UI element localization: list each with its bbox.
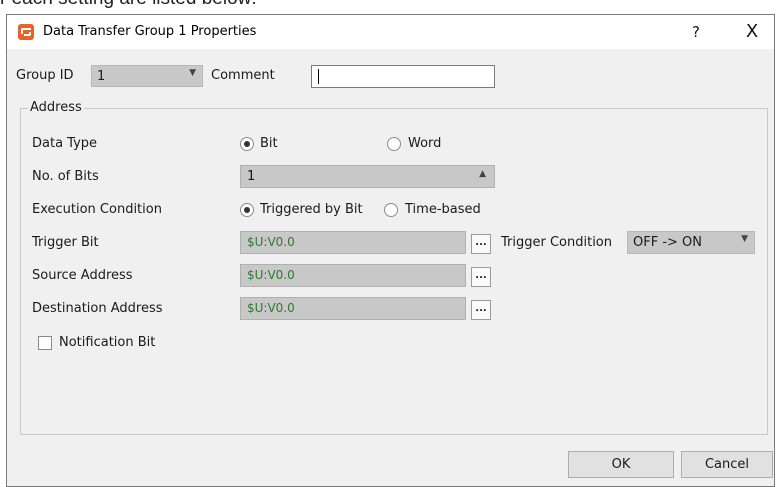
close-button[interactable]: X <box>737 20 767 44</box>
notification-bit-checkbox[interactable] <box>38 336 52 350</box>
properties-dialog: Data Transfer Group 1 Properties ? X Gro… <box>6 14 775 487</box>
chevron-up-icon[interactable]: ▲ <box>479 169 486 179</box>
trigger-bit-browse-button[interactable]: ... <box>471 234 491 254</box>
trigger-condition-label: Trigger Condition <box>501 235 613 250</box>
triggered-by-bit-radio[interactable] <box>240 203 254 217</box>
background-page-text: r each setting are listed below: <box>0 0 257 10</box>
data-type-bit-label: Bit <box>260 136 278 151</box>
no-of-bits-label: No. of Bits <box>32 169 99 184</box>
text-caret <box>318 69 319 84</box>
source-address-browse-button[interactable]: ... <box>471 267 491 287</box>
help-button[interactable]: ? <box>683 22 709 42</box>
data-type-label: Data Type <box>32 136 98 151</box>
trigger-bit-label: Trigger Bit <box>32 235 99 250</box>
group-id-value: 1 <box>97 69 106 84</box>
group-id-label: Group ID <box>16 68 74 83</box>
no-of-bits-value: 1 <box>247 169 256 184</box>
data-type-bit-radio[interactable] <box>240 137 254 151</box>
destination-address-input[interactable]: $U:V0.0 <box>240 297 466 320</box>
address-group-title: Address <box>28 100 84 115</box>
destination-address-browse-button[interactable]: ... <box>471 300 491 320</box>
destination-address-label: Destination Address <box>32 301 163 316</box>
comment-label: Comment <box>211 68 275 83</box>
triggered-by-bit-label: Triggered by Bit <box>260 202 363 217</box>
dialog-title: Data Transfer Group 1 Properties <box>43 24 257 39</box>
trigger-bit-input[interactable]: $U:V0.0 <box>240 231 466 254</box>
group-id-select[interactable]: 1 ▼ <box>91 65 203 87</box>
trigger-bit-value: $U:V0.0 <box>247 235 295 249</box>
app-icon <box>18 24 34 40</box>
trigger-condition-value: OFF -> ON <box>633 235 702 250</box>
ok-button[interactable]: OK <box>568 451 674 478</box>
comment-input[interactable] <box>311 65 495 88</box>
source-address-label: Source Address <box>32 268 133 283</box>
chevron-down-icon: ▼ <box>189 68 196 78</box>
execution-condition-label: Execution Condition <box>32 202 162 217</box>
no-of-bits-spinner[interactable]: 1 ▲ <box>240 165 495 188</box>
notification-bit-label: Notification Bit <box>59 335 156 350</box>
source-address-value: $U:V0.0 <box>247 268 295 282</box>
cancel-button[interactable]: Cancel <box>681 451 773 478</box>
title-bar: Data Transfer Group 1 Properties ? X <box>7 15 774 49</box>
trigger-condition-select[interactable]: OFF -> ON ▼ <box>627 231 755 254</box>
data-type-word-label: Word <box>408 136 442 151</box>
chevron-down-icon: ▼ <box>741 234 748 244</box>
time-based-label: Time-based <box>405 202 481 217</box>
destination-address-value: $U:V0.0 <box>247 301 295 315</box>
data-type-word-radio[interactable] <box>387 137 401 151</box>
source-address-input[interactable]: $U:V0.0 <box>240 264 466 287</box>
time-based-radio[interactable] <box>384 203 398 217</box>
